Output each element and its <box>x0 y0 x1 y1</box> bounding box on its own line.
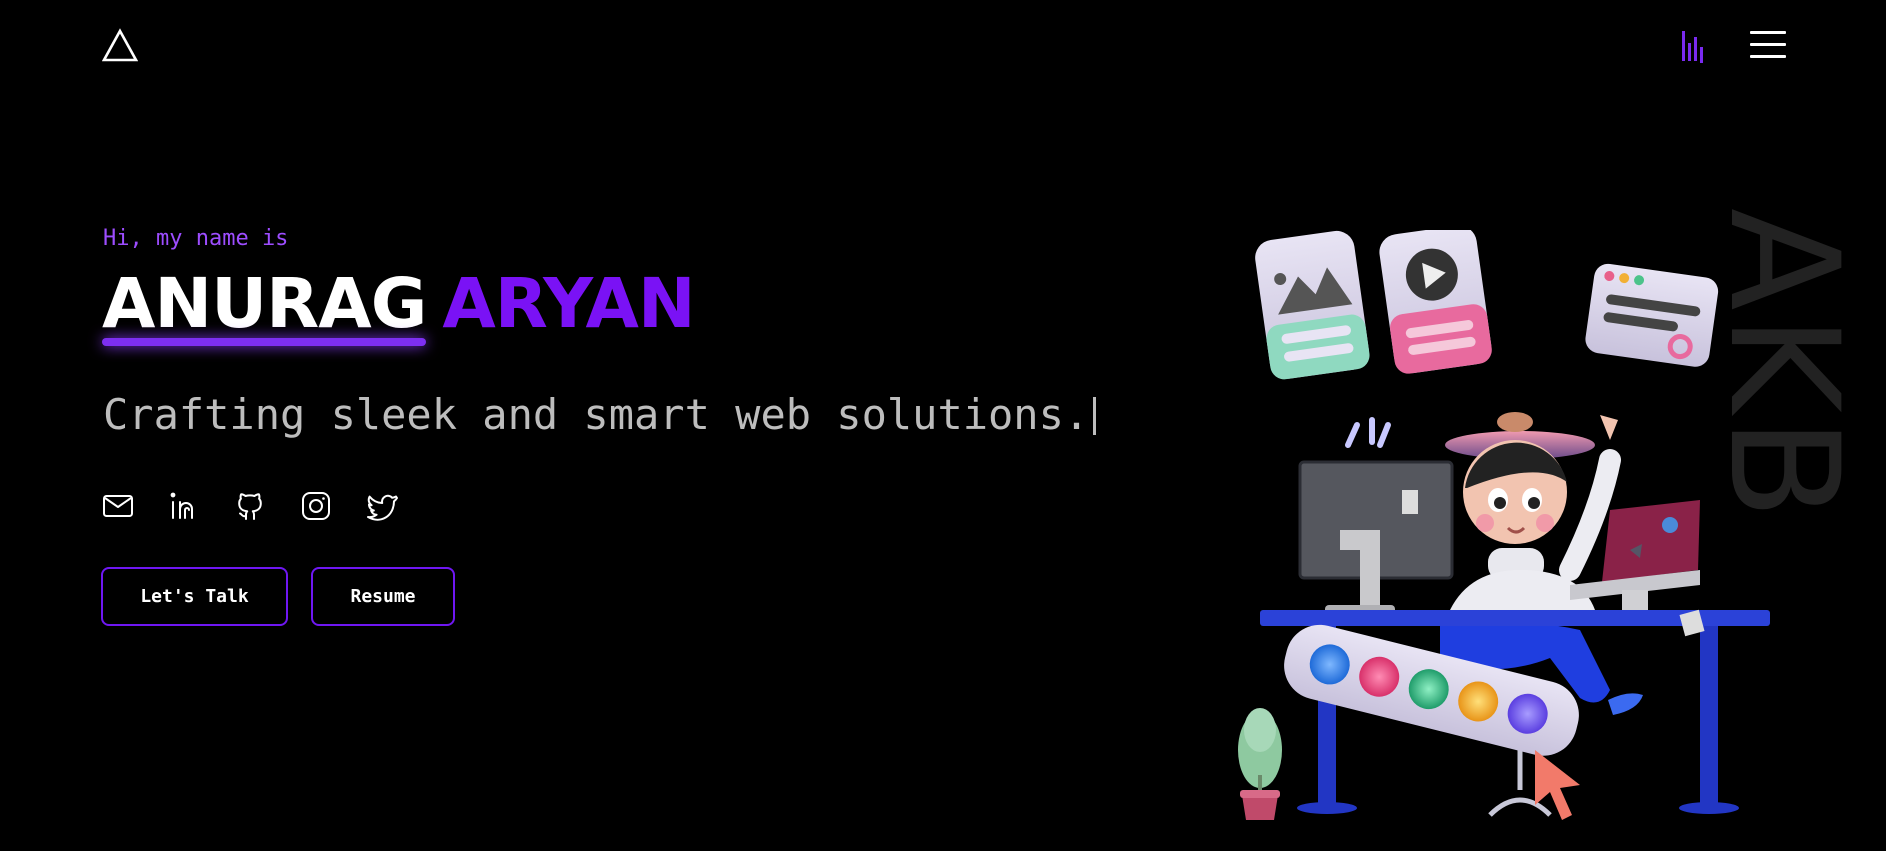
browser-window-icon <box>1585 263 1719 367</box>
menu-line <box>1750 55 1786 58</box>
monitor-icon <box>1298 460 1454 615</box>
hamburger-menu-button[interactable] <box>1750 31 1786 59</box>
instagram-icon <box>302 492 330 520</box>
last-name: ARYAN <box>442 264 695 344</box>
developer-desk-illustration <box>1238 230 1770 820</box>
linkedin-link[interactable] <box>168 490 200 522</box>
plant-icon <box>1238 708 1282 820</box>
typing-cursor <box>1093 397 1097 435</box>
social-links <box>102 490 398 522</box>
twitter-link[interactable] <box>366 490 398 522</box>
mail-icon <box>103 495 133 517</box>
first-name-wrap: ANURAG <box>102 264 427 346</box>
tagline-wrap: Crafting sleek and smart web solutions. <box>103 390 1097 439</box>
hero-name: ANURAG ARYAN <box>102 264 696 346</box>
twitter-icon <box>367 494 398 521</box>
video-card-icon <box>1379 230 1492 374</box>
menu-line <box>1750 43 1786 46</box>
instagram-link[interactable] <box>300 490 332 522</box>
linkedin-icon <box>170 492 193 519</box>
equalizer-bars-icon[interactable] <box>1680 29 1704 65</box>
image-card-icon <box>1255 230 1370 380</box>
greeting-text: Hi, my name is <box>103 226 289 251</box>
tagline-text: Crafting sleek and smart web solutions. <box>103 390 1090 439</box>
mail-link[interactable] <box>102 490 134 522</box>
lets-talk-button[interactable]: Let's Talk <box>101 567 288 626</box>
github-link[interactable] <box>234 490 266 522</box>
spark-lines <box>1345 417 1391 448</box>
name-underline <box>102 338 427 346</box>
menu-line <box>1750 31 1786 34</box>
first-name: ANURAG <box>102 264 427 344</box>
github-icon <box>238 493 262 520</box>
resume-button[interactable]: Resume <box>311 567 455 626</box>
triangle-logo-icon[interactable] <box>102 28 138 64</box>
